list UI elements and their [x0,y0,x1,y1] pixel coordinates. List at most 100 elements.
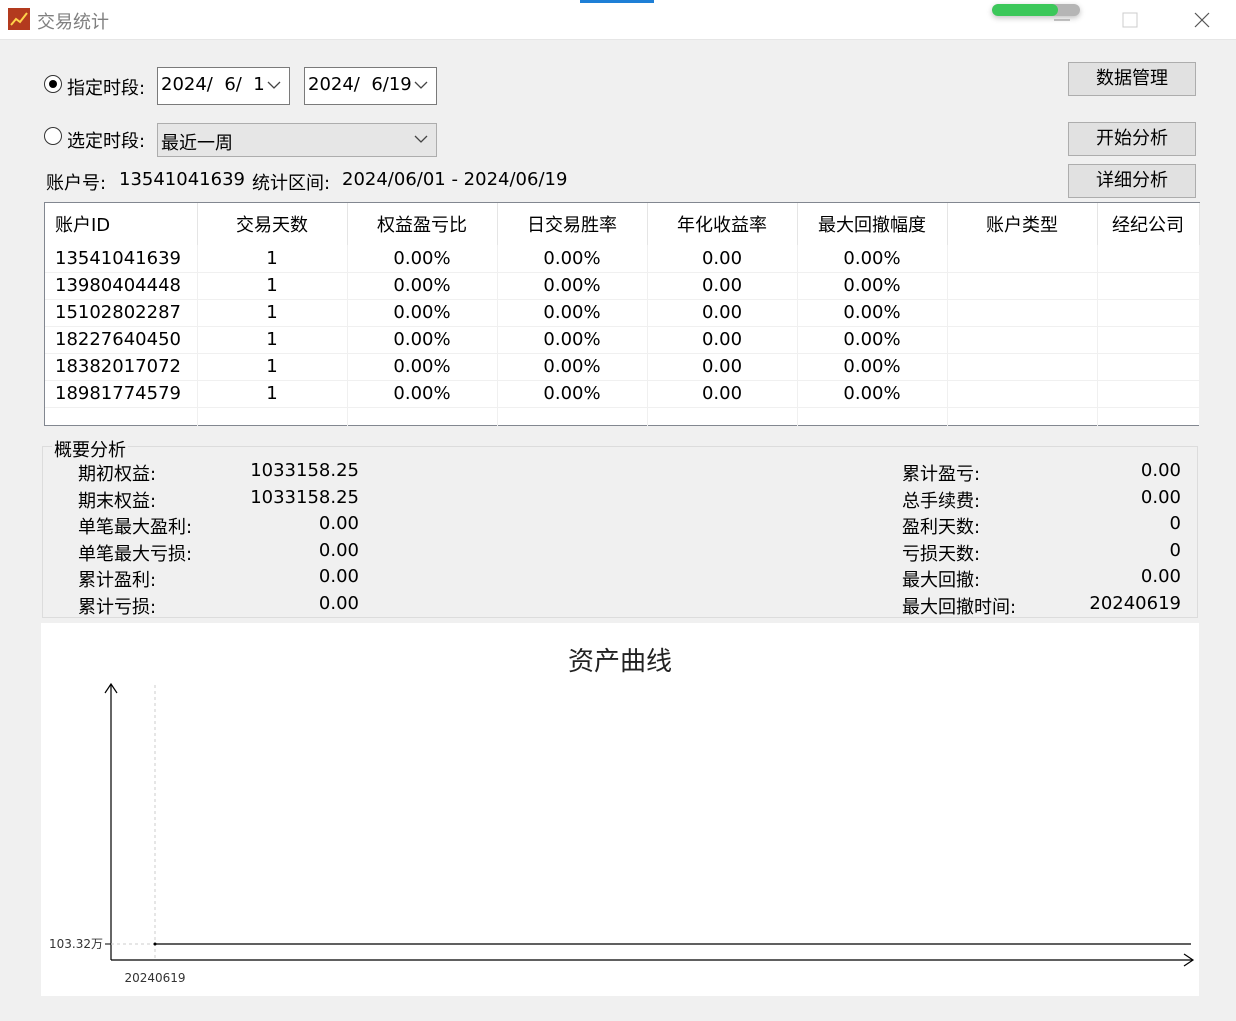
table-cell: 1 [197,380,348,408]
summary-label: 累计亏损: [78,597,157,618]
data-manage-button[interactable]: 数据管理 [1068,62,1196,96]
start-date-picker[interactable]: 2024/ 6/ 1 [157,67,290,105]
summary-label: 累计盈亏: [902,464,981,485]
table-cell: 1 [197,272,348,300]
table-cell: 0.00% [497,326,648,354]
summary-label: 盈利天数: [902,517,981,538]
chart-app-icon [8,8,30,30]
column-header[interactable]: 日交易胜率 [497,203,648,245]
column-header[interactable]: 权益盈亏比 [347,203,498,245]
period-select[interactable]: 最近一周 [157,123,437,157]
column-header[interactable]: 账户类型 [947,203,1098,245]
taskbar-accent [580,0,654,3]
table-cell: 0.00 [647,272,798,300]
table-cell: 13541041639 [45,245,198,273]
table-cell: 0.00% [497,299,648,327]
table-cell: 0.00% [347,380,498,408]
table-cell: 13980404448 [45,272,198,300]
specified-period-radio[interactable] [44,75,62,93]
data-point [153,942,157,946]
select-period-radio[interactable] [44,127,62,145]
summary-value: 0 [1169,540,1181,561]
table-cell [1097,299,1200,327]
minimize-icon[interactable] [1050,8,1074,32]
summary-value: 0.00 [318,593,359,614]
accounts-table[interactable]: 账户ID 交易天数 权益盈亏比 日交易胜率 年化收益率 最大回撤幅度 账户类型 … [44,202,1200,435]
table-row[interactable]: 13980404448 1 0.00% 0.00% 0.00 0.00% [45,272,1200,300]
table-row[interactable]: 18981774579 1 0.00% 0.00% 0.00 0.00% [45,380,1200,408]
column-header[interactable]: 经纪公司 [1097,203,1200,245]
period-select-value: 最近一周 [161,133,233,154]
summary-title: 概要分析 [52,436,128,462]
table-header-row: 账户ID 交易天数 权益盈亏比 日交易胜率 年化收益率 最大回撤幅度 账户类型 … [45,203,1200,245]
column-header[interactable]: 最大回撤幅度 [797,203,948,245]
table-cell: 0.00% [347,353,498,381]
asset-curve-chart: 资产曲线 103.32万 20240619 [41,623,1199,996]
account-label: 账户号: [46,173,107,194]
table-cell: 0.00% [347,299,498,327]
account-value: 13541041639 [119,169,245,190]
table-cell [947,272,1098,300]
table-cell: 0.00 [647,299,798,327]
table-cell [947,353,1098,381]
table-row[interactable]: 15102802287 1 0.00% 0.00% 0.00 0.00% [45,299,1200,327]
summary-label: 期初权益: [78,464,157,485]
table-cell: 0.00% [797,326,948,354]
column-header[interactable]: 交易天数 [197,203,348,245]
table-cell: 0.00% [347,272,498,300]
summary-label: 单笔最大盈利: [78,517,193,538]
table-cell [947,245,1098,273]
summary-value: 0 [1169,513,1181,534]
table-cell: 18981774579 [45,380,198,408]
summary-value: 1033158.25 [250,460,359,481]
chevron-down-icon [414,81,428,89]
table-cell [1097,380,1200,408]
table-cell: 1 [197,299,348,327]
maximize-icon[interactable] [1118,8,1142,32]
table-cell [1097,272,1200,300]
summary-value: 1033158.25 [250,487,359,508]
table-cell: 0.00 [647,353,798,381]
table-cell: 0.00% [497,353,648,381]
table-cell: 0.00% [497,245,648,273]
table-cell [947,299,1098,327]
end-date-value: 2024/ 6/19 [308,74,412,95]
column-header[interactable]: 账户ID [45,203,198,245]
table-cell: 0.00% [497,380,648,408]
column-header[interactable]: 年化收益率 [647,203,798,245]
y-tick-label: 103.32万 [49,937,103,951]
range-value: 2024/06/01 - 2024/06/19 [342,169,568,190]
start-date-value: 2024/ 6/ 1 [161,74,265,95]
title-bar: 交易统计 [0,0,1236,40]
chevron-down-icon [267,81,281,89]
table-cell: 1 [197,245,348,273]
table-cell: 18227640450 [45,326,198,354]
close-icon[interactable] [1188,6,1216,34]
table-row-empty [45,407,1200,435]
summary-value: 0.00 [318,513,359,534]
table-cell: 0.00% [797,353,948,381]
summary-label: 总手续费: [902,491,981,512]
table-cell: 0.00% [797,299,948,327]
detail-analysis-button[interactable]: 详细分析 [1068,164,1196,198]
table-cell: 18382017072 [45,353,198,381]
table-row[interactable]: 18382017072 1 0.00% 0.00% 0.00 0.00% [45,353,1200,381]
summary-value: 0.00 [1140,566,1181,587]
table-row[interactable]: 13541041639 1 0.00% 0.00% 0.00 0.00% [45,245,1200,273]
end-date-picker[interactable]: 2024/ 6/19 [304,67,437,105]
summary-value: 0.00 [1140,487,1181,508]
summary-value: 0.00 [318,540,359,561]
table-cell: 0.00 [647,326,798,354]
table-cell: 0.00% [347,326,498,354]
start-analysis-button[interactable]: 开始分析 [1068,122,1196,156]
summary-label: 最大回撤时间: [902,597,1017,618]
table-cell [1097,353,1200,381]
summary-value: 0.00 [1140,460,1181,481]
table-row[interactable]: 18227640450 1 0.00% 0.00% 0.00 0.00% [45,326,1200,354]
table-cell: 1 [197,353,348,381]
table-cell: 0.00% [797,245,948,273]
table-cell [947,326,1098,354]
table-cell: 0.00% [347,245,498,273]
specified-period-label: 指定时段: [67,78,146,99]
table-cell: 0.00 [647,245,798,273]
